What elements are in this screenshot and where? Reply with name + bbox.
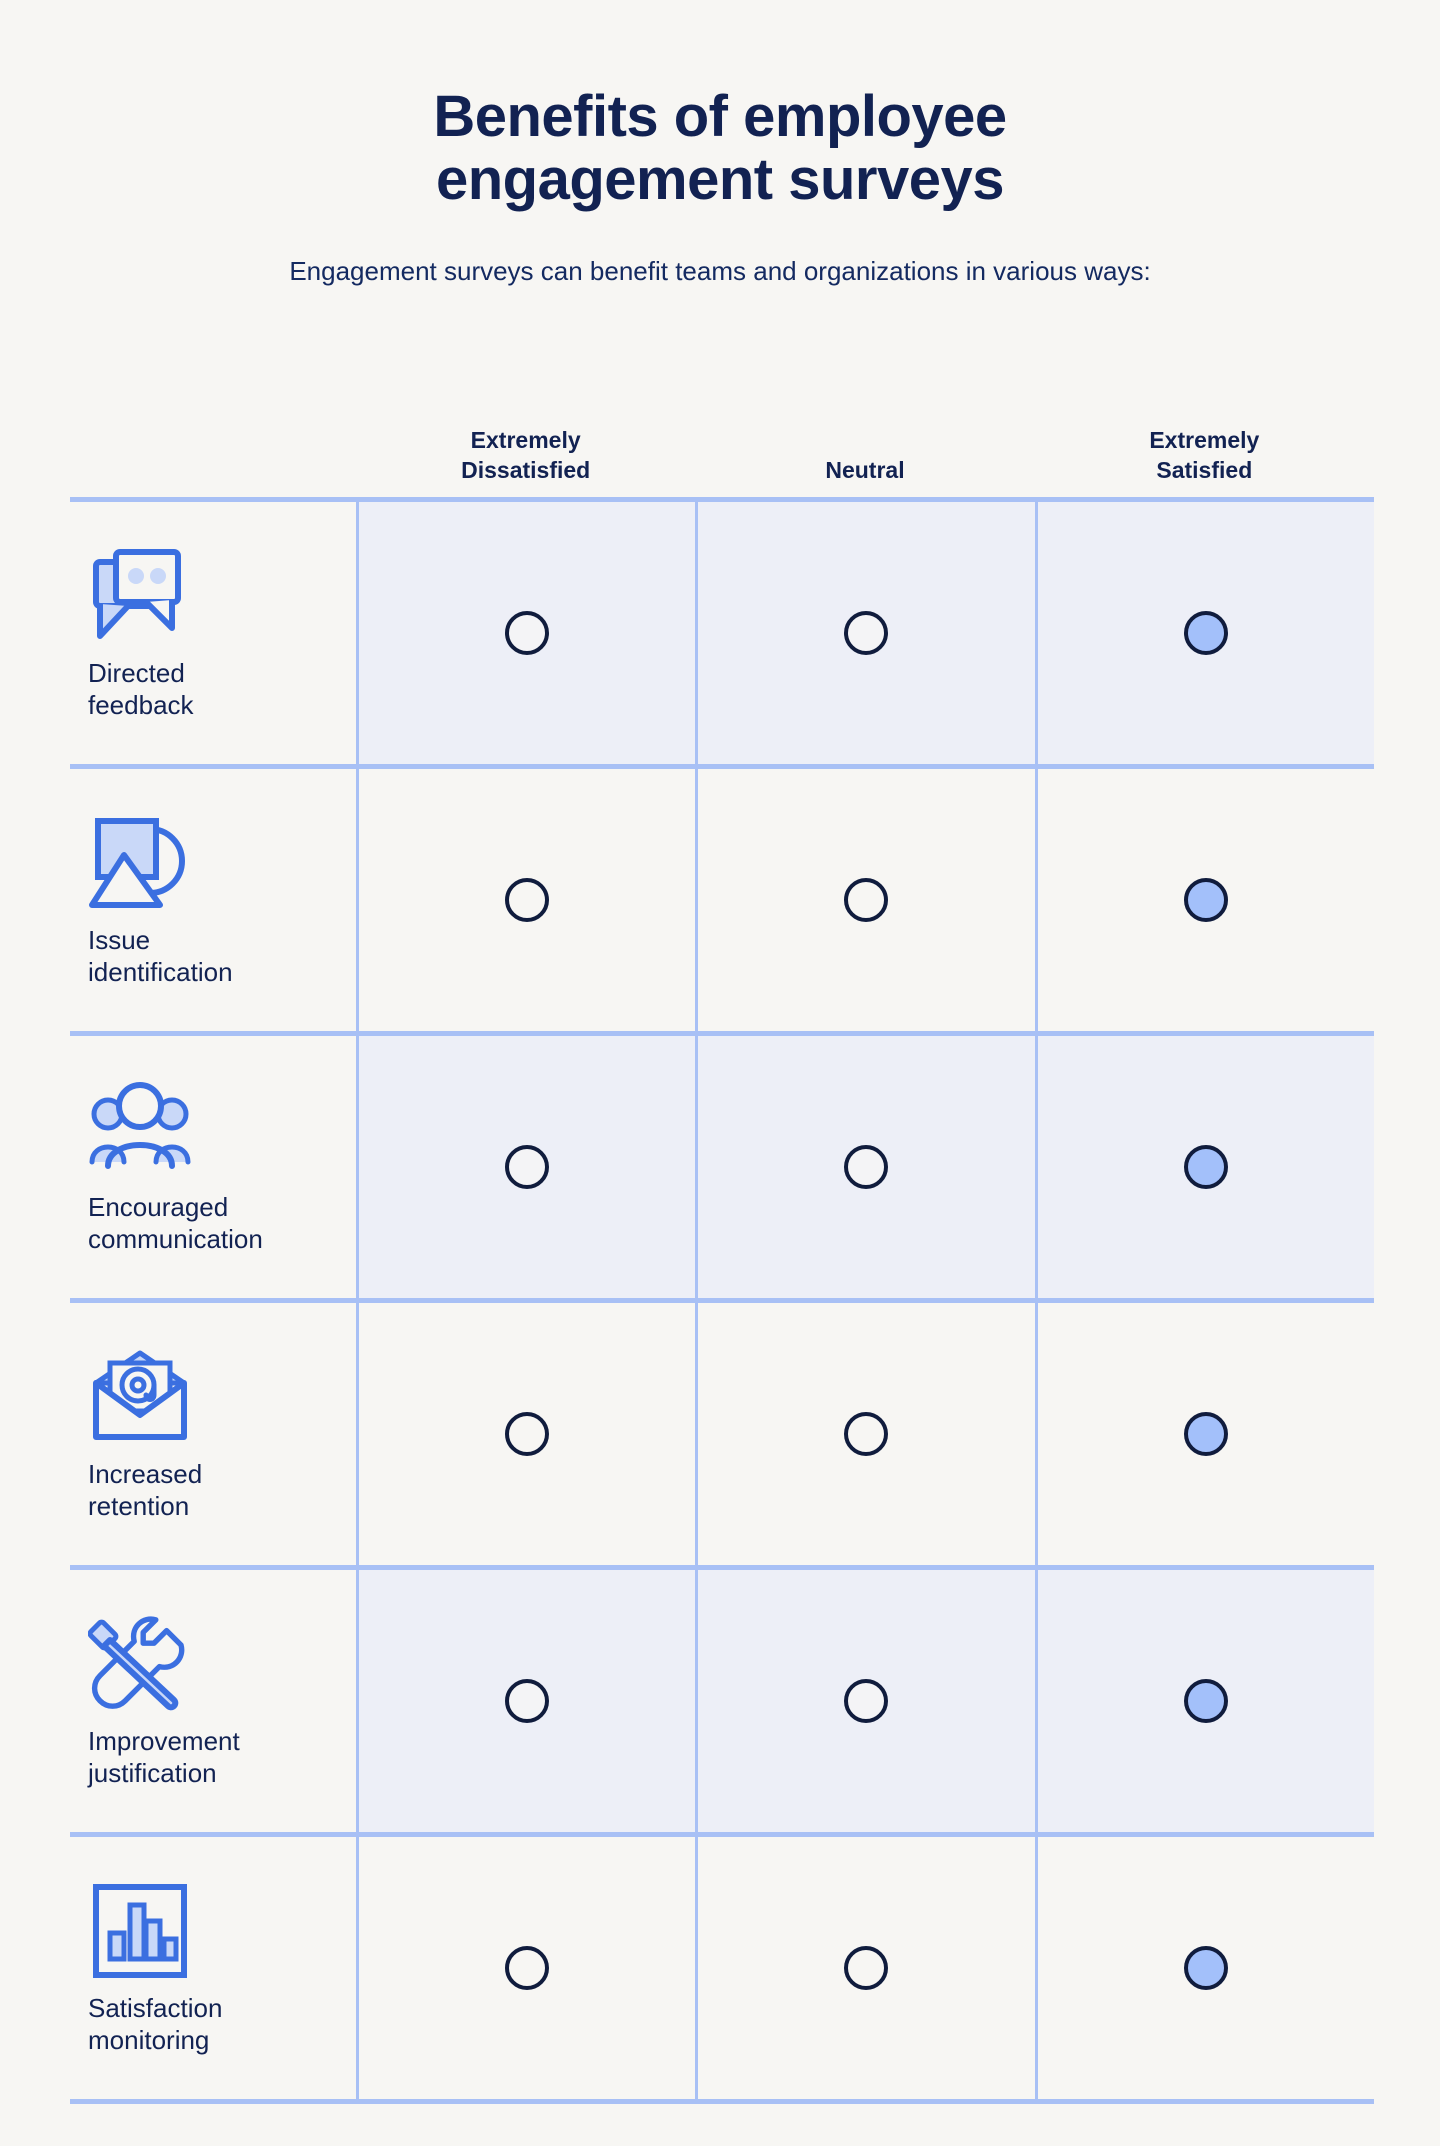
survey-matrix: Extremely Dissatisfied Neutral Extremely… xyxy=(70,380,1374,2104)
row-label-line-1: Directed xyxy=(88,658,185,689)
radio-cell-extremely-dissatisfied[interactable] xyxy=(356,769,695,1031)
page-title-line-2: engagement surveys xyxy=(435,146,1005,212)
radio-unselected[interactable] xyxy=(844,1946,889,1990)
page-title: Benefits of employee engagement surveys xyxy=(310,84,1130,212)
row-label: Increased retention xyxy=(88,1459,338,1522)
radio-cell-extremely-dissatisfied[interactable] xyxy=(356,1837,695,2099)
radio-cell-neutral[interactable] xyxy=(695,1303,1034,1565)
radio-unselected[interactable] xyxy=(505,1145,550,1189)
row-label-cell: Issue identification xyxy=(70,769,356,1031)
table-row: Improvement justification xyxy=(70,1570,1374,1832)
row-label-line-2: communication xyxy=(88,1224,263,1254)
radio-selected[interactable] xyxy=(1183,611,1228,655)
row-label: Satisfaction monitoring xyxy=(88,1993,338,2056)
row-label-line-2: identification xyxy=(88,957,233,987)
column-header-line-2: Dissatisfied xyxy=(461,456,591,483)
row-label-line-2: justification xyxy=(88,1758,217,1788)
radio-cell-neutral[interactable] xyxy=(695,502,1035,764)
email-envelope-icon xyxy=(88,1345,192,1449)
radio-selected[interactable] xyxy=(1183,1946,1228,1990)
row-label-line-1: Encouraged xyxy=(88,1192,229,1223)
radio-selected[interactable] xyxy=(1183,878,1228,922)
radio-cell-extremely-satisfied[interactable] xyxy=(1034,1837,1374,2099)
radio-selected[interactable] xyxy=(1183,1412,1228,1456)
row-label-line-1: Improvement xyxy=(88,1726,240,1757)
row-label-line-2: feedback xyxy=(88,690,194,720)
infographic-page: Benefits of employee engagement surveys … xyxy=(0,0,1440,2146)
radio-cell-neutral[interactable] xyxy=(695,1036,1035,1298)
wrench-screwdriver-icon xyxy=(88,1612,192,1716)
row-label-line-1: Satisfaction xyxy=(88,1993,223,2024)
radio-cell-extremely-satisfied[interactable] xyxy=(1034,1036,1374,1298)
radio-cell-extremely-dissatisfied[interactable] xyxy=(356,502,696,764)
radio-cell-extremely-satisfied[interactable] xyxy=(1034,1303,1374,1565)
table-row: Encouraged communication xyxy=(70,1036,1374,1298)
table-row: Directed feedback xyxy=(70,502,1374,764)
radio-cell-extremely-satisfied[interactable] xyxy=(1034,769,1374,1031)
row-label-cell: Increased retention xyxy=(70,1303,356,1565)
table-row: Increased retention xyxy=(70,1303,1374,1565)
column-header-line-1: Extremely xyxy=(1149,427,1260,454)
radio-unselected[interactable] xyxy=(844,611,889,655)
page-header: Benefits of employee engagement surveys … xyxy=(0,0,1440,289)
row-label-cell: Improvement justification xyxy=(70,1570,356,1832)
chat-bubbles-icon xyxy=(88,544,192,648)
page-title-line-1: Benefits of employee xyxy=(433,84,1007,149)
column-header-extremely-satisfied: Extremely Satisfied xyxy=(1035,426,1374,497)
radio-cell-neutral[interactable] xyxy=(695,1837,1034,2099)
matrix-rule-bottom xyxy=(70,2099,1374,2104)
shapes-issue-icon xyxy=(88,811,192,915)
table-row: Satisfaction monitoring xyxy=(70,1837,1374,2099)
radio-unselected[interactable] xyxy=(505,611,550,655)
radio-cell-extremely-satisfied[interactable] xyxy=(1034,502,1374,764)
radio-unselected[interactable] xyxy=(844,878,889,922)
radio-unselected[interactable] xyxy=(844,1679,889,1723)
radio-selected[interactable] xyxy=(1183,1679,1228,1723)
row-label-cell: Satisfaction monitoring xyxy=(70,1837,356,2099)
radio-unselected[interactable] xyxy=(505,1679,550,1723)
row-label: Directed feedback xyxy=(88,658,338,721)
matrix-column-headers: Extremely Dissatisfied Neutral Extremely… xyxy=(70,380,1374,497)
radio-unselected[interactable] xyxy=(844,1412,889,1456)
radio-unselected[interactable] xyxy=(505,1412,550,1456)
radio-cell-extremely-satisfied[interactable] xyxy=(1034,1570,1374,1832)
row-label-line-1: Increased xyxy=(88,1459,203,1490)
radio-cell-neutral[interactable] xyxy=(695,769,1034,1031)
column-header-line-1: Extremely xyxy=(470,427,581,454)
radio-cell-extremely-dissatisfied[interactable] xyxy=(356,1570,696,1832)
row-label-line-2: monitoring xyxy=(88,2025,210,2055)
column-header-extremely-dissatisfied: Extremely Dissatisfied xyxy=(356,426,695,497)
row-label-line-2: retention xyxy=(88,1491,190,1521)
bar-chart-icon xyxy=(88,1879,192,1983)
radio-cell-neutral[interactable] xyxy=(695,1570,1035,1832)
row-label-cell: Encouraged communication xyxy=(70,1036,356,1298)
column-header-neutral: Neutral xyxy=(695,456,1034,497)
radio-unselected[interactable] xyxy=(505,878,550,922)
column-header-line-2: Satisfied xyxy=(1156,456,1253,483)
table-row: Issue identification xyxy=(70,769,1374,1031)
radio-unselected[interactable] xyxy=(505,1946,550,1990)
row-label: Improvement justification xyxy=(88,1726,338,1789)
row-label-line-1: Issue xyxy=(88,925,151,956)
row-label: Encouraged communication xyxy=(88,1192,338,1255)
column-header-line-1: Neutral xyxy=(825,456,905,483)
radio-cell-extremely-dissatisfied[interactable] xyxy=(356,1036,696,1298)
people-group-icon xyxy=(88,1078,192,1182)
row-label-cell: Directed feedback xyxy=(70,502,356,764)
page-subtitle: Engagement surveys can benefit teams and… xyxy=(289,256,1151,287)
row-label: Issue identification xyxy=(88,925,338,988)
radio-cell-extremely-dissatisfied[interactable] xyxy=(356,1303,695,1565)
radio-selected[interactable] xyxy=(1183,1145,1228,1189)
radio-unselected[interactable] xyxy=(844,1145,889,1189)
